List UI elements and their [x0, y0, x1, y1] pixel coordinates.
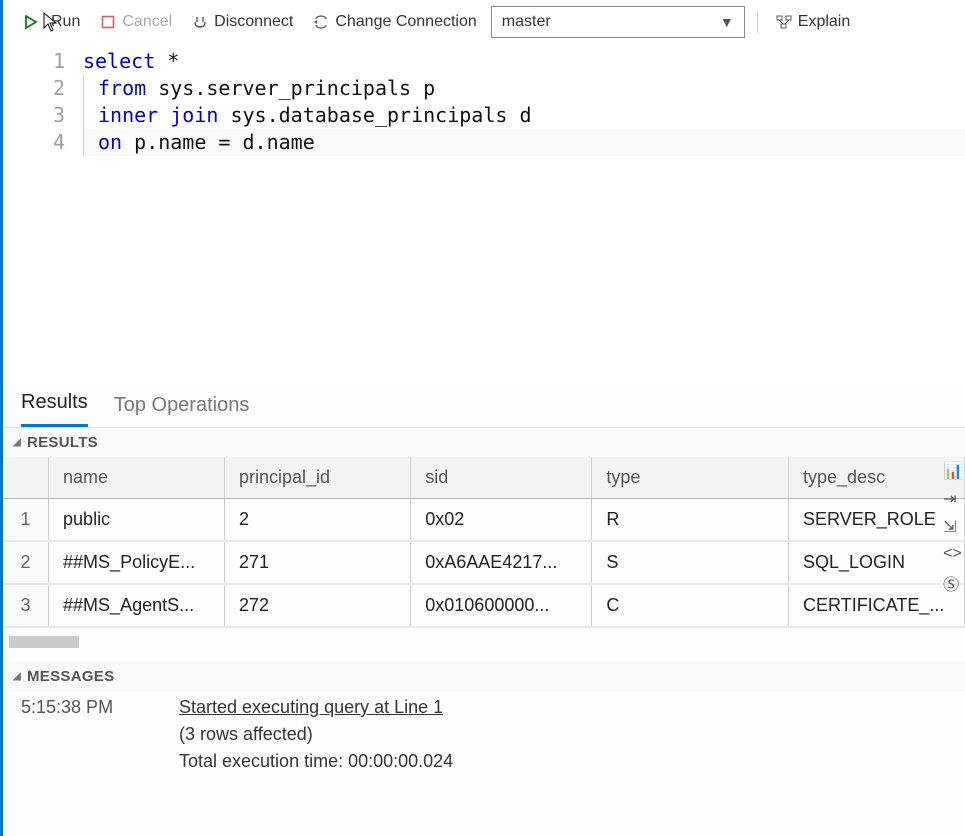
result-tabs: Results Top Operations	[3, 384, 965, 428]
code-line[interactable]: select *	[83, 48, 965, 75]
table-row[interactable]: 2##MS_PolicyE...2710xA6AAE4217...SSQL_LO…	[3, 541, 965, 584]
message-body: Started executing query at Line 1 (3 row…	[179, 697, 947, 778]
code-line[interactable]: on p.name = d.name	[83, 129, 965, 156]
cell[interactable]: SERVER_ROLE	[789, 499, 965, 542]
cell[interactable]: R	[592, 499, 789, 542]
row-number: 1	[3, 499, 49, 542]
row-number: 2	[3, 541, 49, 584]
disconnect-label: Disconnect	[214, 13, 293, 31]
database-dropdown[interactable]: master ▼	[491, 6, 745, 38]
app-root: Run Cancel Disconnect Change Connection …	[0, 0, 965, 836]
cancel-button[interactable]: Cancel	[94, 9, 178, 35]
query-toolbar: Run Cancel Disconnect Change Connection …	[3, 0, 965, 44]
play-icon	[23, 14, 39, 30]
table-row[interactable]: 1public20x02RSERVER_ROLE	[3, 499, 965, 542]
change-connection-button[interactable]: Change Connection	[307, 9, 482, 35]
explain-icon	[776, 14, 792, 30]
row-number: 3	[3, 584, 49, 627]
export-rows-icon[interactable]: ⇥	[943, 489, 963, 509]
line-number: 2	[3, 75, 65, 102]
disconnect-button[interactable]: Disconnect	[186, 9, 299, 35]
cell[interactable]: CERTIFICATE_...	[789, 584, 965, 627]
cell[interactable]: 2	[224, 499, 410, 542]
cell[interactable]: SQL_LOGIN	[789, 541, 965, 584]
cell[interactable]: 0x010600000...	[411, 584, 592, 627]
chart-icon[interactable]: 📊	[943, 461, 963, 481]
tab-top-operations[interactable]: Top Operations	[114, 386, 250, 427]
cell[interactable]: 0x02	[411, 499, 592, 542]
cell[interactable]: C	[592, 584, 789, 627]
cell[interactable]: 271	[224, 541, 410, 584]
collapse-icon: ◢	[13, 437, 21, 448]
cell[interactable]: ##MS_AgentS...	[49, 584, 225, 627]
code-line[interactable]: from sys.server_principals p	[83, 75, 965, 102]
stop-icon	[100, 14, 116, 30]
cell[interactable]: public	[49, 499, 225, 542]
stats-icon[interactable]: Ⓢ	[943, 571, 963, 595]
grid-h-scrollbar[interactable]	[9, 636, 79, 648]
cell[interactable]: ##MS_PolicyE...	[49, 541, 225, 584]
toolbar-separator	[757, 11, 758, 33]
column-header[interactable]: principal_id	[224, 457, 410, 499]
code-line[interactable]: inner join sys.database_principals d	[83, 102, 965, 129]
line-number: 1	[3, 48, 65, 75]
column-header[interactable]: sid	[411, 457, 592, 499]
message-timestamp: 5:15:38 PM	[21, 697, 141, 778]
rownum-header	[3, 457, 49, 499]
tab-results[interactable]: Results	[21, 383, 88, 427]
line-number: 3	[3, 102, 65, 129]
database-selected-value: master	[502, 13, 551, 31]
messages-section-header[interactable]: ◢ MESSAGES	[3, 662, 965, 691]
collapse-icon: ◢	[13, 671, 21, 682]
column-header[interactable]: type	[592, 457, 789, 499]
export-icon[interactable]: ⇲	[943, 517, 963, 537]
editor-gutter: 1234	[3, 48, 83, 384]
table-row[interactable]: 3##MS_AgentS...2720x010600000...CCERTIFI…	[3, 584, 965, 627]
explain-button[interactable]: Explain	[770, 9, 856, 35]
results-grid-wrap: nameprincipal_idsidtypetype_desc 1public…	[3, 457, 965, 648]
disconnect-icon	[192, 14, 208, 30]
column-header[interactable]: type_desc	[789, 457, 965, 499]
change-connection-label: Change Connection	[335, 13, 476, 31]
run-button[interactable]: Run	[17, 9, 86, 35]
sql-editor[interactable]: 1234 select *from sys.server_principals …	[3, 44, 965, 384]
messages-panel: 5:15:38 PM Started executing query at Li…	[3, 691, 965, 782]
change-connection-icon	[313, 14, 329, 30]
message-row: 5:15:38 PM Started executing query at Li…	[21, 697, 947, 778]
explain-label: Explain	[798, 13, 850, 31]
messages-section-label: MESSAGES	[27, 668, 114, 685]
cell[interactable]: 272	[224, 584, 410, 627]
editor-code[interactable]: select *from sys.server_principals pinne…	[83, 48, 965, 384]
line-number: 4	[3, 129, 65, 156]
results-section-header[interactable]: ◢ RESULTS	[3, 428, 965, 457]
results-section-label: RESULTS	[27, 434, 98, 451]
grid-side-toolbar: 📊 ⇥ ⇲ <> Ⓢ	[943, 461, 963, 595]
message-line-2: (3 rows affected)	[179, 724, 947, 745]
cancel-label: Cancel	[122, 13, 172, 31]
chevron-down-icon: ▼	[720, 14, 734, 30]
cell[interactable]: 0xA6AAE4217...	[411, 541, 592, 584]
results-grid[interactable]: nameprincipal_idsidtypetype_desc 1public…	[3, 457, 965, 628]
code-icon[interactable]: <>	[943, 545, 963, 563]
column-header[interactable]: name	[49, 457, 225, 499]
message-line-1: Started executing query at Line 1	[179, 697, 947, 718]
cell[interactable]: S	[592, 541, 789, 584]
message-line-3: Total execution time: 00:00:00.024	[179, 751, 947, 772]
